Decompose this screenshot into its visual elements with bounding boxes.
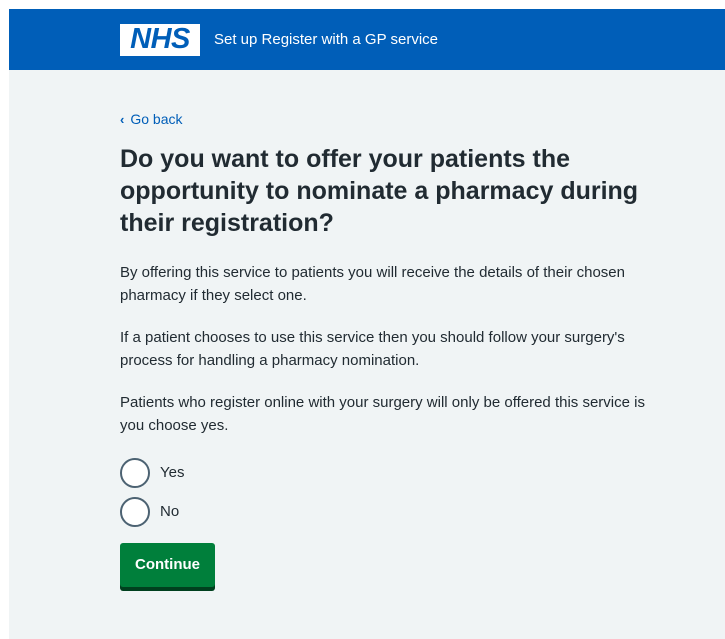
- radio-label-no[interactable]: No: [160, 503, 179, 520]
- body-paragraph-1: By offering this service to patients you…: [120, 263, 625, 304]
- chevron-left-icon: ‹: [120, 111, 125, 127]
- radio-button-yes[interactable]: [120, 457, 150, 488]
- nhs-logo-text: NHS: [130, 23, 190, 55]
- radio-option-no[interactable]: No: [120, 495, 665, 529]
- radio-label-yes[interactable]: Yes: [160, 464, 184, 481]
- nhs-logo[interactable]: NHS: [120, 23, 200, 56]
- page-title: Do you want to offer your patients the o…: [120, 144, 639, 237]
- back-link[interactable]: ‹ Go back: [120, 111, 182, 127]
- back-link-label: Go back: [130, 111, 183, 127]
- page-frame: NHS Set up Register with a GP service ‹ …: [9, 9, 725, 639]
- radio-group: Yes No: [120, 456, 665, 529]
- radio-option-yes[interactable]: Yes: [120, 456, 665, 490]
- site-header: NHS Set up Register with a GP service: [9, 9, 725, 70]
- radio-button-no[interactable]: [120, 496, 150, 527]
- body-paragraph-2: If a patient chooses to use this service…: [120, 328, 625, 369]
- main-content: ‹ Go back Do you want to offer your pati…: [9, 70, 725, 587]
- body-paragraph-3: Patients who register online with your s…: [120, 393, 645, 434]
- continue-button[interactable]: Continue: [120, 542, 215, 587]
- service-name-link[interactable]: Set up Register with a GP service: [214, 31, 438, 48]
